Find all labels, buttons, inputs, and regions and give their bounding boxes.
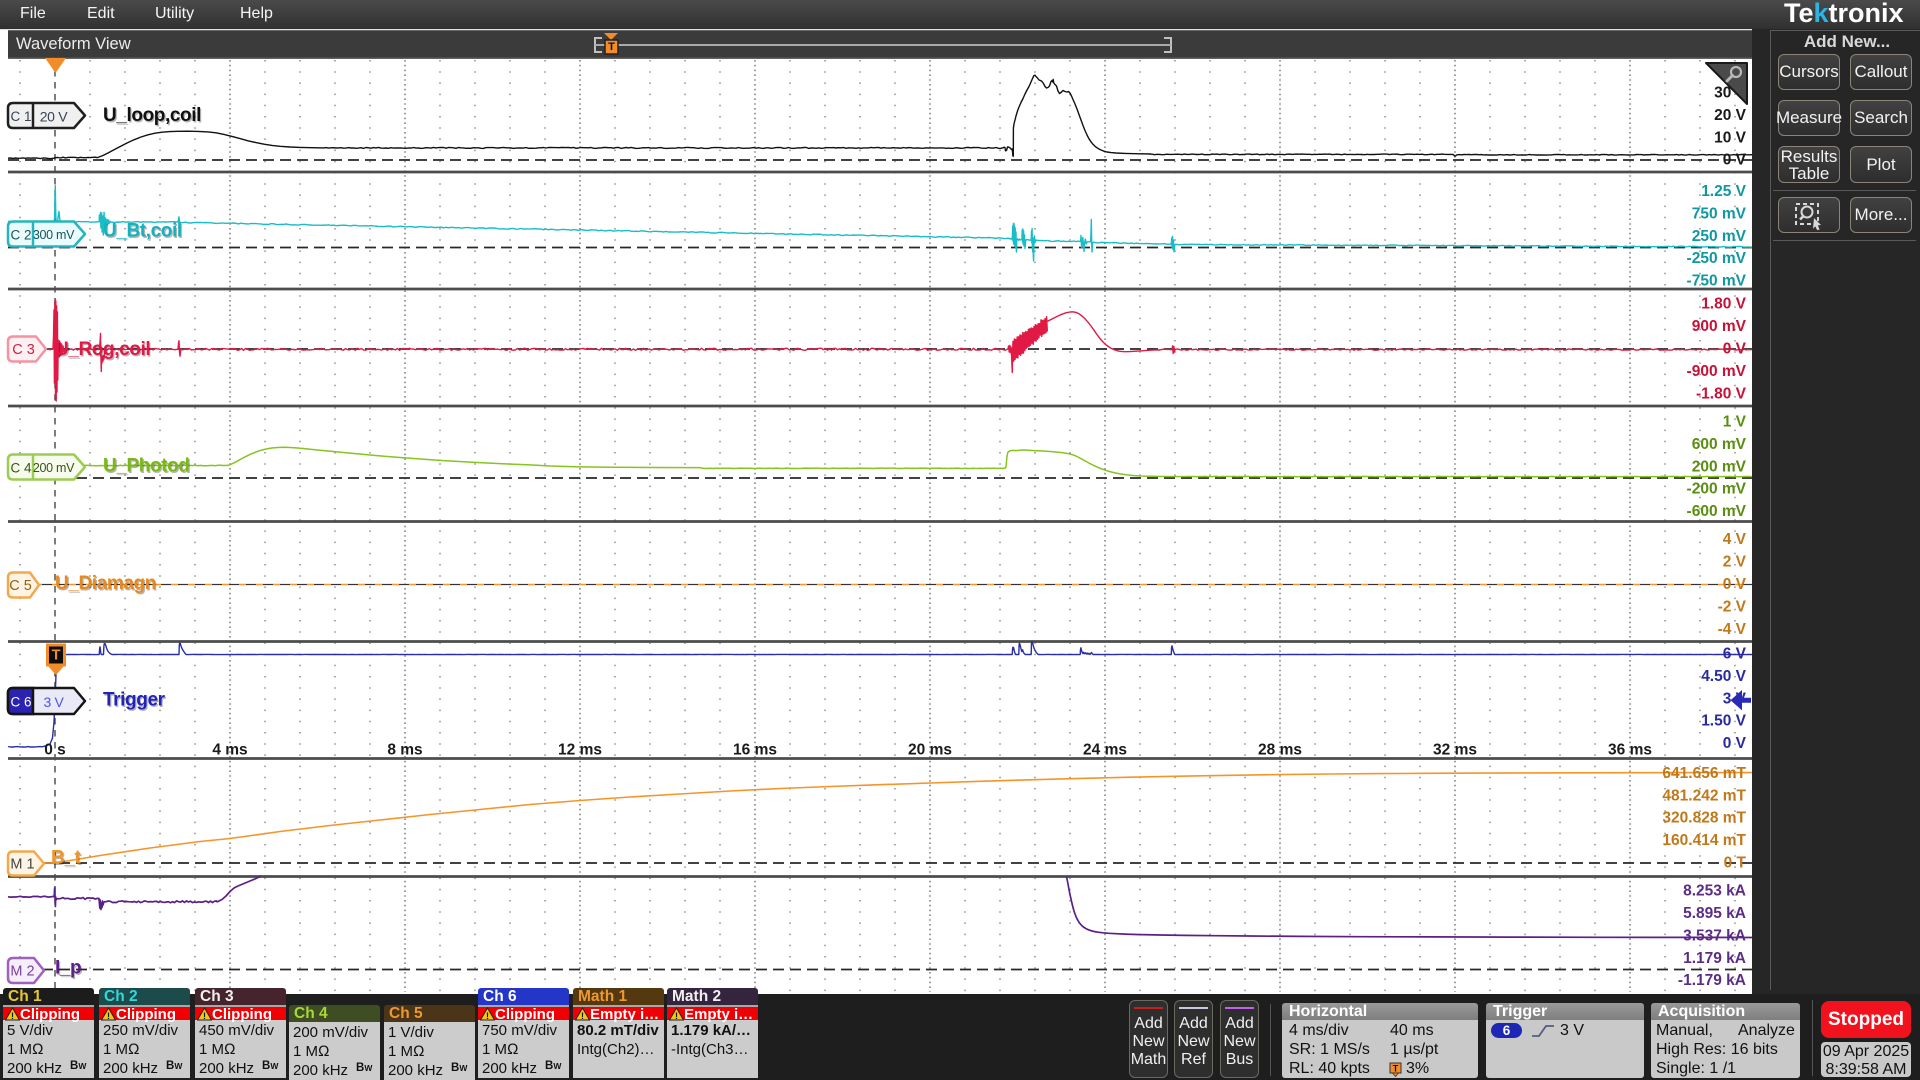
svg-text:-250 mV: -250 mV: [1687, 250, 1747, 267]
svg-text:0 T: 0 T: [1724, 855, 1747, 872]
svg-text:-1.179 kA: -1.179 kA: [1678, 972, 1746, 989]
svg-text:12 ms: 12 ms: [558, 742, 602, 759]
svg-text:900 mV: 900 mV: [1692, 318, 1747, 335]
svg-text:200 mV: 200 mV: [33, 461, 75, 475]
svg-text:4 ms: 4 ms: [212, 742, 247, 759]
svg-text:0 V: 0 V: [1723, 576, 1747, 593]
svg-text:!: !: [107, 1011, 110, 1021]
svg-text:-200 mV: -200 mV: [1687, 481, 1747, 498]
svg-text:2 V: 2 V: [1723, 554, 1747, 571]
svg-text:0 V: 0 V: [1723, 735, 1747, 752]
svg-text:M 1: M 1: [10, 857, 34, 873]
svg-text:!: !: [486, 1011, 489, 1021]
svg-text:4 V: 4 V: [1723, 531, 1747, 548]
svg-text:16 ms: 16 ms: [733, 742, 777, 759]
svg-text:U_Photod: U_Photod: [103, 456, 190, 477]
svg-text:C 5: C 5: [9, 578, 32, 594]
svg-text:3.537 kA: 3.537 kA: [1683, 927, 1746, 944]
svg-text:1 V: 1 V: [1723, 414, 1747, 431]
svg-text:1.179 kA: 1.179 kA: [1683, 950, 1746, 967]
svg-text:750 mV: 750 mV: [1692, 205, 1747, 222]
svg-text:5.895 kA: 5.895 kA: [1683, 905, 1746, 922]
svg-text:T: T: [52, 648, 61, 664]
svg-text:20 ms: 20 ms: [908, 742, 952, 759]
svg-text:C 3: C 3: [12, 342, 35, 358]
svg-text:C 2: C 2: [10, 228, 31, 243]
svg-text:250 mV: 250 mV: [1692, 228, 1747, 245]
svg-text:-1.80 V: -1.80 V: [1696, 385, 1747, 402]
svg-text:20 V: 20 V: [40, 109, 69, 125]
svg-text:!: !: [581, 1011, 584, 1021]
svg-text:U_loop,coil: U_loop,coil: [103, 105, 201, 126]
svg-text:28 ms: 28 ms: [1258, 742, 1302, 759]
svg-text:200 mV: 200 mV: [1692, 458, 1747, 475]
svg-text:641.656 mT: 641.656 mT: [1662, 765, 1746, 782]
svg-text:I_p: I_p: [55, 958, 81, 979]
svg-text:0 V: 0 V: [1723, 341, 1747, 358]
svg-text:1.50 V: 1.50 V: [1701, 713, 1746, 730]
svg-text:10 V: 10 V: [1714, 130, 1747, 147]
svg-text:481.242 mT: 481.242 mT: [1662, 787, 1746, 804]
svg-text:T: T: [1393, 1064, 1399, 1074]
svg-text:32 ms: 32 ms: [1433, 742, 1477, 759]
svg-text:Trigger: Trigger: [103, 690, 166, 711]
svg-text:B_t: B_t: [51, 848, 81, 869]
svg-text:320.828 mT: 320.828 mT: [1662, 810, 1746, 827]
svg-text:!: !: [11, 1011, 14, 1021]
svg-text:0 V: 0 V: [1723, 152, 1747, 169]
svg-text:1.25 V: 1.25 V: [1701, 183, 1746, 200]
svg-text:U_Diamagn: U_Diamagn: [55, 573, 156, 594]
svg-text:36 ms: 36 ms: [1608, 742, 1652, 759]
svg-text:-4 V: -4 V: [1718, 621, 1747, 638]
svg-text:8.253 kA: 8.253 kA: [1683, 883, 1746, 900]
svg-text:20 V: 20 V: [1714, 107, 1747, 124]
svg-text:-600 mV: -600 mV: [1687, 503, 1747, 520]
svg-text:C 4: C 4: [10, 461, 32, 476]
svg-text:8 ms: 8 ms: [387, 742, 422, 759]
svg-text:6 V: 6 V: [1723, 646, 1747, 663]
svg-text:!: !: [203, 1011, 206, 1021]
svg-text:300 mV: 300 mV: [33, 228, 75, 242]
svg-text:T: T: [608, 41, 615, 53]
svg-text:4.50 V: 4.50 V: [1701, 668, 1746, 685]
svg-text:M 2: M 2: [10, 964, 34, 980]
svg-text:1.80 V: 1.80 V: [1701, 296, 1746, 313]
svg-text:600 mV: 600 mV: [1692, 436, 1747, 453]
svg-text:U_Rog,coil: U_Rog,coil: [55, 339, 150, 360]
svg-text:3 V: 3 V: [43, 694, 64, 710]
svg-text:24 ms: 24 ms: [1083, 742, 1127, 759]
svg-text:160.414 mT: 160.414 mT: [1662, 832, 1746, 849]
svg-text:!: !: [675, 1011, 678, 1021]
svg-text:-750 mV: -750 mV: [1687, 273, 1747, 290]
svg-text:-900 mV: -900 mV: [1687, 363, 1747, 380]
svg-text:C 1: C 1: [10, 109, 31, 124]
svg-text:U_Bt,coil: U_Bt,coil: [103, 221, 182, 242]
svg-text:C 6: C 6: [10, 695, 31, 710]
svg-text:0 s: 0 s: [44, 742, 66, 759]
svg-text:-2 V: -2 V: [1718, 598, 1747, 615]
